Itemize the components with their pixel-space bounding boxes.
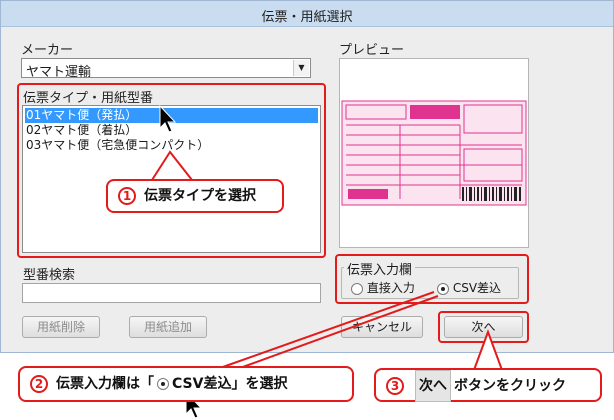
step-number-2: 2 bbox=[30, 375, 48, 393]
mouse-cursor-icon bbox=[159, 104, 177, 133]
next-key-label: 次へ bbox=[415, 370, 451, 402]
callout-step1: 1 伝票タイプを選択 bbox=[106, 179, 284, 213]
radio-csv-example-icon bbox=[157, 378, 169, 390]
callout-step1-text: 伝票タイプを選択 bbox=[144, 188, 256, 204]
callout2-line-a bbox=[219, 291, 435, 369]
callout-step2-option: CSV差込 bbox=[172, 376, 232, 392]
callout-step2-prefix: 伝票入力欄は「 bbox=[56, 376, 154, 392]
callout3-pointer bbox=[472, 329, 504, 371]
callout-step3-text: ボタンをクリック bbox=[454, 378, 566, 394]
callout-step2-suffix: 」を選択 bbox=[231, 376, 288, 392]
step-number-3: 3 bbox=[386, 377, 404, 395]
callout-step3: 3 次へ ボタンをクリック bbox=[374, 368, 602, 402]
step-number-1: 1 bbox=[118, 187, 136, 205]
callout1-pointer bbox=[150, 150, 195, 181]
callout-connectors bbox=[150, 104, 504, 419]
callout2-line-b bbox=[239, 295, 439, 369]
callout-step2: 2 伝票入力欄は「 CSV差込」を選択 bbox=[18, 366, 354, 402]
